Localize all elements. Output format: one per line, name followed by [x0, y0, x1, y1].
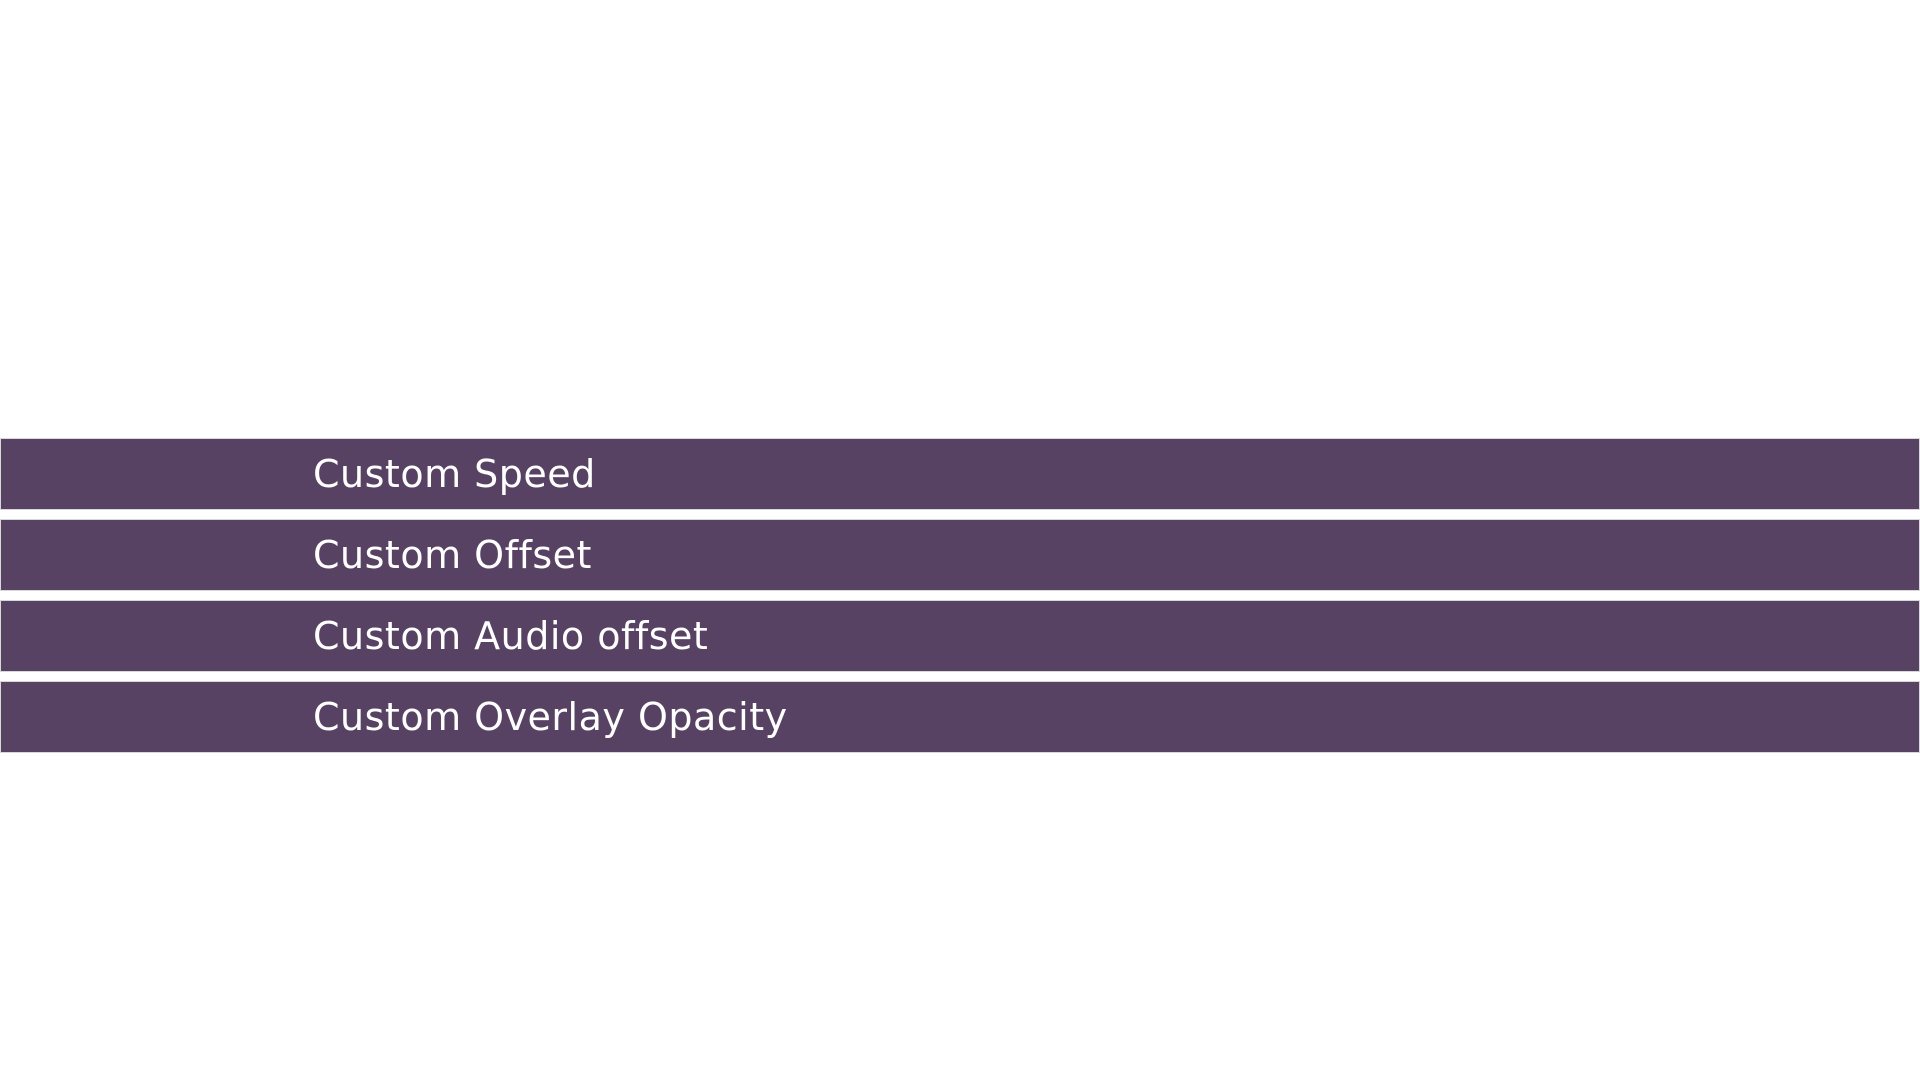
menu-item-label: Custom Offset [313, 533, 592, 577]
custom-settings-menu: Custom Speed Custom Offset Custom Audio … [0, 438, 1920, 762]
menu-item-custom-overlay-opacity[interactable]: Custom Overlay Opacity [0, 681, 1920, 753]
menu-item-label: Custom Speed [313, 452, 596, 496]
menu-item-custom-speed[interactable]: Custom Speed [0, 438, 1920, 510]
menu-item-custom-audio-offset[interactable]: Custom Audio offset [0, 600, 1920, 672]
menu-item-custom-offset[interactable]: Custom Offset [0, 519, 1920, 591]
menu-item-label: Custom Overlay Opacity [313, 695, 788, 739]
menu-item-label: Custom Audio offset [313, 614, 709, 658]
